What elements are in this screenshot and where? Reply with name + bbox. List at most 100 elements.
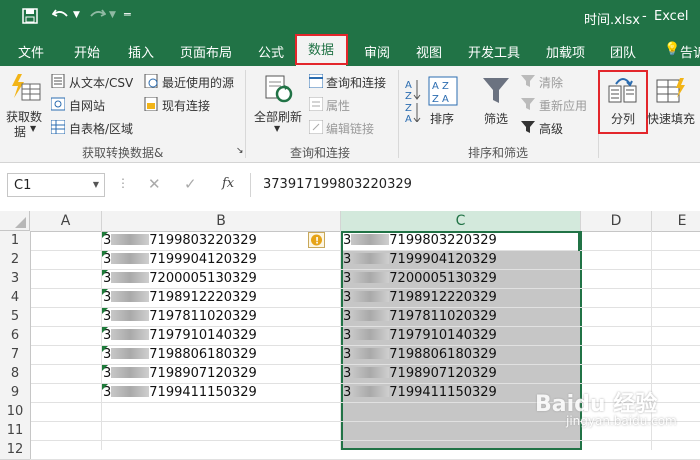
active-cell-c1[interactable]	[341, 231, 580, 251]
tab-page-layout[interactable]: 页面布局	[180, 42, 232, 61]
flash-fill-button[interactable]: 快速填充	[647, 110, 695, 127]
row-header[interactable]: 2	[0, 250, 31, 270]
column-header-d[interactable]: D	[581, 211, 652, 232]
row-header[interactable]: 12	[0, 440, 31, 460]
tab-team[interactable]: 团队	[610, 42, 636, 61]
row-header[interactable]: 4	[0, 288, 31, 308]
tab-view[interactable]: 视图	[416, 42, 442, 61]
cell-b4[interactable]: 3 7198912220329	[103, 288, 257, 307]
redo-icon	[88, 7, 107, 27]
row-header[interactable]: 3	[0, 269, 31, 289]
row-header[interactable]: 7	[0, 345, 31, 365]
customize-qat-icon[interactable]: ═	[124, 8, 131, 21]
column-header-a[interactable]: A	[30, 211, 102, 232]
ribbon-separator	[245, 70, 246, 158]
tab-developer[interactable]: 开发工具	[468, 42, 520, 61]
filter-icon	[482, 76, 510, 109]
svg-text:Z: Z	[405, 91, 412, 102]
cell-b2[interactable]: 3 7199904120329	[103, 250, 257, 269]
web-icon	[50, 97, 66, 114]
refresh-all-icon	[262, 72, 294, 107]
cell-c6[interactable]: 3 7197910140329	[343, 326, 497, 345]
cell-b8[interactable]: 3 7198907120329	[103, 364, 257, 383]
from-text-csv-button[interactable]: 从文本/CSV	[69, 74, 133, 91]
redacted-digits	[351, 329, 390, 340]
cell-value-suffix: 7197811020329	[149, 309, 257, 324]
insert-function-icon[interactable]: fx	[222, 176, 234, 191]
filter-button[interactable]: 筛选	[484, 110, 508, 127]
column-header-c[interactable]: C	[341, 211, 581, 233]
row-header[interactable]: 10	[0, 402, 31, 422]
tell-me-box[interactable]: 告诉	[680, 42, 700, 61]
group-queries-label: 查询和连接	[290, 146, 351, 160]
text-file-icon	[51, 73, 65, 91]
existing-connections-button[interactable]: 现有连接	[162, 97, 210, 114]
tab-review[interactable]: 审阅	[364, 42, 390, 61]
undo-icon[interactable]	[51, 7, 70, 27]
ribbon-tabs: 文件 开始 插入 页面布局 公式 数据 审阅 视图 开发工具 加载项 团队 💡 …	[0, 34, 700, 66]
formula-bar: C1 ▼ ⋮ ✕ ✓ fx 373917199803220329	[0, 163, 700, 208]
cell-b6[interactable]: 3 7197910140329	[103, 326, 257, 345]
cell-value-suffix: 7199803220329	[149, 233, 257, 248]
cell-value-prefix: 3	[343, 309, 352, 324]
text-to-columns-button[interactable]: 分列	[611, 110, 635, 127]
row-header[interactable]: 1	[0, 231, 31, 251]
undo-dropdown-icon[interactable]: ▼	[73, 10, 80, 20]
text-number-indicator-icon	[102, 251, 108, 257]
name-box-dropdown-icon[interactable]: ▼	[93, 180, 99, 189]
clear-filter-icon	[521, 74, 535, 91]
cancel-entry-icon: ✕	[148, 175, 161, 193]
cell-c5[interactable]: 3 7197811020329	[343, 307, 497, 326]
error-warning-glyph: !	[315, 237, 319, 247]
group-sort-filter-label: 排序和筛选	[468, 146, 529, 160]
tab-home[interactable]: 开始	[74, 42, 100, 61]
row-header[interactable]: 5	[0, 307, 31, 327]
cell-value-suffix: 7200005130329	[149, 271, 257, 286]
redacted-digits	[111, 386, 150, 397]
recent-sources-button[interactable]: 最近使用的源	[162, 74, 234, 91]
row-header[interactable]: 8	[0, 364, 31, 384]
redacted-digits	[351, 272, 390, 283]
cell-b1[interactable]: 3 7199803220329	[103, 231, 257, 250]
watermark-url: jingyan.baidu.com	[566, 414, 677, 428]
from-table-button[interactable]: 自表格/区域	[69, 120, 133, 137]
tab-insert[interactable]: 插入	[128, 42, 154, 61]
row-header[interactable]: 9	[0, 383, 31, 403]
column-header-e[interactable]: E	[652, 211, 700, 232]
formula-input[interactable]: 373917199803220329	[250, 173, 700, 197]
redacted-digits	[111, 310, 150, 321]
column-header-b[interactable]: B	[102, 211, 341, 232]
tab-addins[interactable]: 加载项	[546, 42, 585, 61]
tab-formulas[interactable]: 公式	[258, 42, 284, 61]
cell-b5[interactable]: 3 7197811020329	[103, 307, 257, 326]
row-header[interactable]: 6	[0, 326, 31, 346]
cell-c3[interactable]: 3 7200005130329	[343, 269, 497, 288]
from-web-button[interactable]: 自网站	[69, 97, 105, 114]
sort-button[interactable]: 排序	[430, 110, 454, 127]
save-icon[interactable]	[22, 8, 38, 28]
group-get-launcher-icon[interactable]: ↘	[236, 146, 244, 156]
cell-b9[interactable]: 3 7199411150329	[103, 383, 257, 402]
cell-c9[interactable]: 3 7199411150329	[343, 383, 497, 402]
cell-b7[interactable]: 3 7198806180329	[103, 345, 257, 364]
cell-c2[interactable]: 3 7199904120329	[343, 250, 497, 269]
select-all-corner[interactable]	[0, 211, 30, 231]
queries-connections-button[interactable]: 查询和连接	[326, 74, 386, 91]
refresh-all-dropdown-icon[interactable]: ▼	[274, 124, 280, 133]
cell-value-suffix: 7198806180329	[389, 347, 497, 362]
name-box[interactable]: C1 ▼	[7, 173, 105, 197]
refresh-all-button[interactable]: 全部刷新	[254, 108, 302, 125]
error-warning-icon[interactable]: !	[308, 232, 325, 248]
text-number-indicator-icon	[102, 327, 108, 333]
cell-b3[interactable]: 3 7200005130329	[103, 269, 257, 288]
cell-c4[interactable]: 3 7198912220329	[343, 288, 497, 307]
row-header[interactable]: 11	[0, 421, 31, 441]
svg-text:Z: Z	[405, 103, 412, 114]
tab-file[interactable]: 文件	[18, 42, 44, 61]
cell-c8[interactable]: 3 7198907120329	[343, 364, 497, 383]
text-number-indicator-icon	[102, 232, 108, 238]
redacted-digits	[351, 386, 390, 397]
cell-c7[interactable]: 3 7198806180329	[343, 345, 497, 364]
advanced-button[interactable]: 高级	[539, 120, 563, 137]
get-data-dropdown-icon[interactable]: ▼	[30, 124, 36, 133]
